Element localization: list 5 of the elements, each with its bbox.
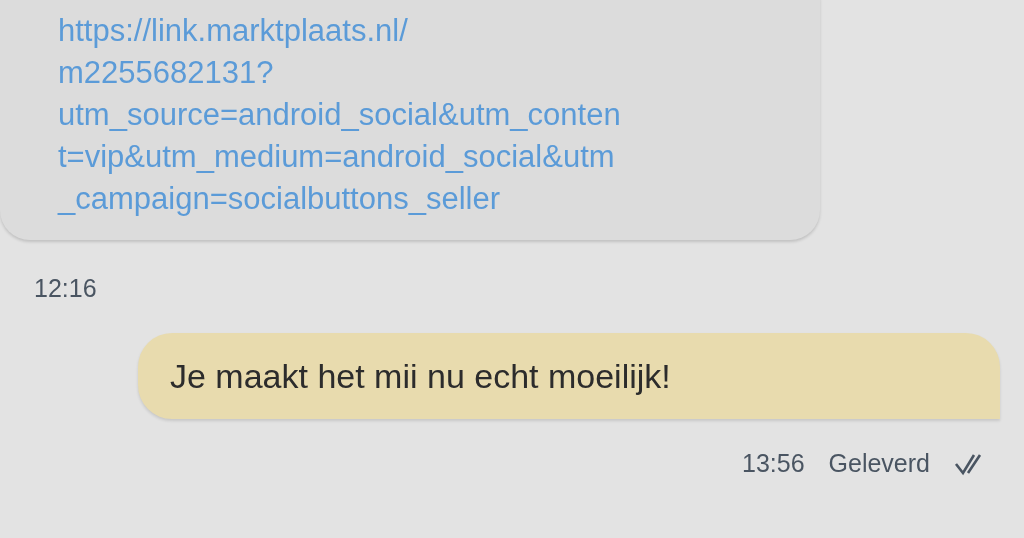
message-time: 12:16 [34,274,98,303]
message-time: 13:56 [742,449,805,478]
message-bubble: Je maakt het mii nu echt moeilijk! [138,333,1000,419]
message-link[interactable]: https://link.marktplaats.nl/ m2255682131? utm_source=android_social&utm_conten t=vip&utm_medium=android_social&utm _campaign=socialbuttons_seller [58,10,800,220]
delivery-status: Geleverd [828,449,930,478]
